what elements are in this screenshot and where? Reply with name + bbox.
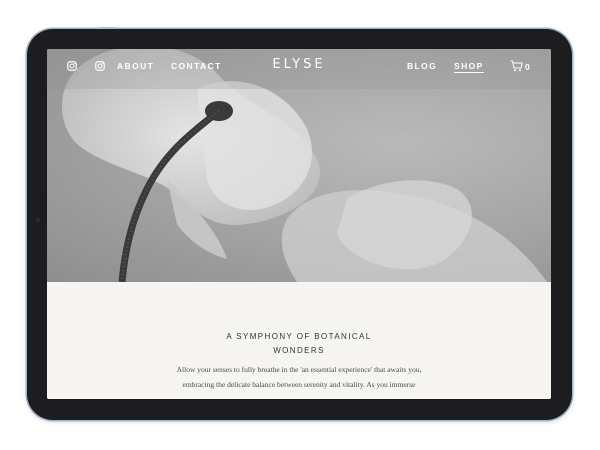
hero-image: ABOUT CONTACT ELYSE BLOG SHOP 0 bbox=[47, 49, 551, 282]
intro-section: A SYMPHONY OF BOTANICAL WONDERS Allow yo… bbox=[47, 282, 551, 399]
nav-about-link[interactable]: ABOUT bbox=[117, 61, 154, 71]
website-screen: ABOUT CONTACT ELYSE BLOG SHOP 0 A SYMPHO… bbox=[47, 49, 551, 399]
device-button bbox=[98, 27, 116, 29]
cart-icon[interactable] bbox=[510, 60, 523, 72]
body-line: Allow your senses to fully breathe in th… bbox=[176, 365, 422, 374]
cart-count: 0 bbox=[525, 62, 532, 72]
site-logo[interactable]: ELYSE bbox=[269, 57, 329, 72]
nav-blog-link[interactable]: BLOG bbox=[407, 61, 437, 71]
flower-photo bbox=[47, 49, 551, 282]
camera-dot bbox=[36, 218, 40, 222]
section-body: Allow your senses to fully breathe in th… bbox=[159, 362, 439, 392]
section-heading: A SYMPHONY OF BOTANICAL WONDERS bbox=[187, 330, 411, 358]
nav-contact-link[interactable]: CONTACT bbox=[171, 61, 222, 71]
nav-shop-link[interactable]: SHOP bbox=[454, 61, 484, 71]
heading-line: A SYMPHONY OF BOTANICAL bbox=[226, 332, 372, 341]
heading-line: WONDERS bbox=[273, 346, 325, 355]
instagram-icon[interactable] bbox=[67, 61, 77, 71]
instagram-icon[interactable] bbox=[95, 61, 105, 71]
body-line: embracing the delicate balance between s… bbox=[182, 380, 416, 389]
